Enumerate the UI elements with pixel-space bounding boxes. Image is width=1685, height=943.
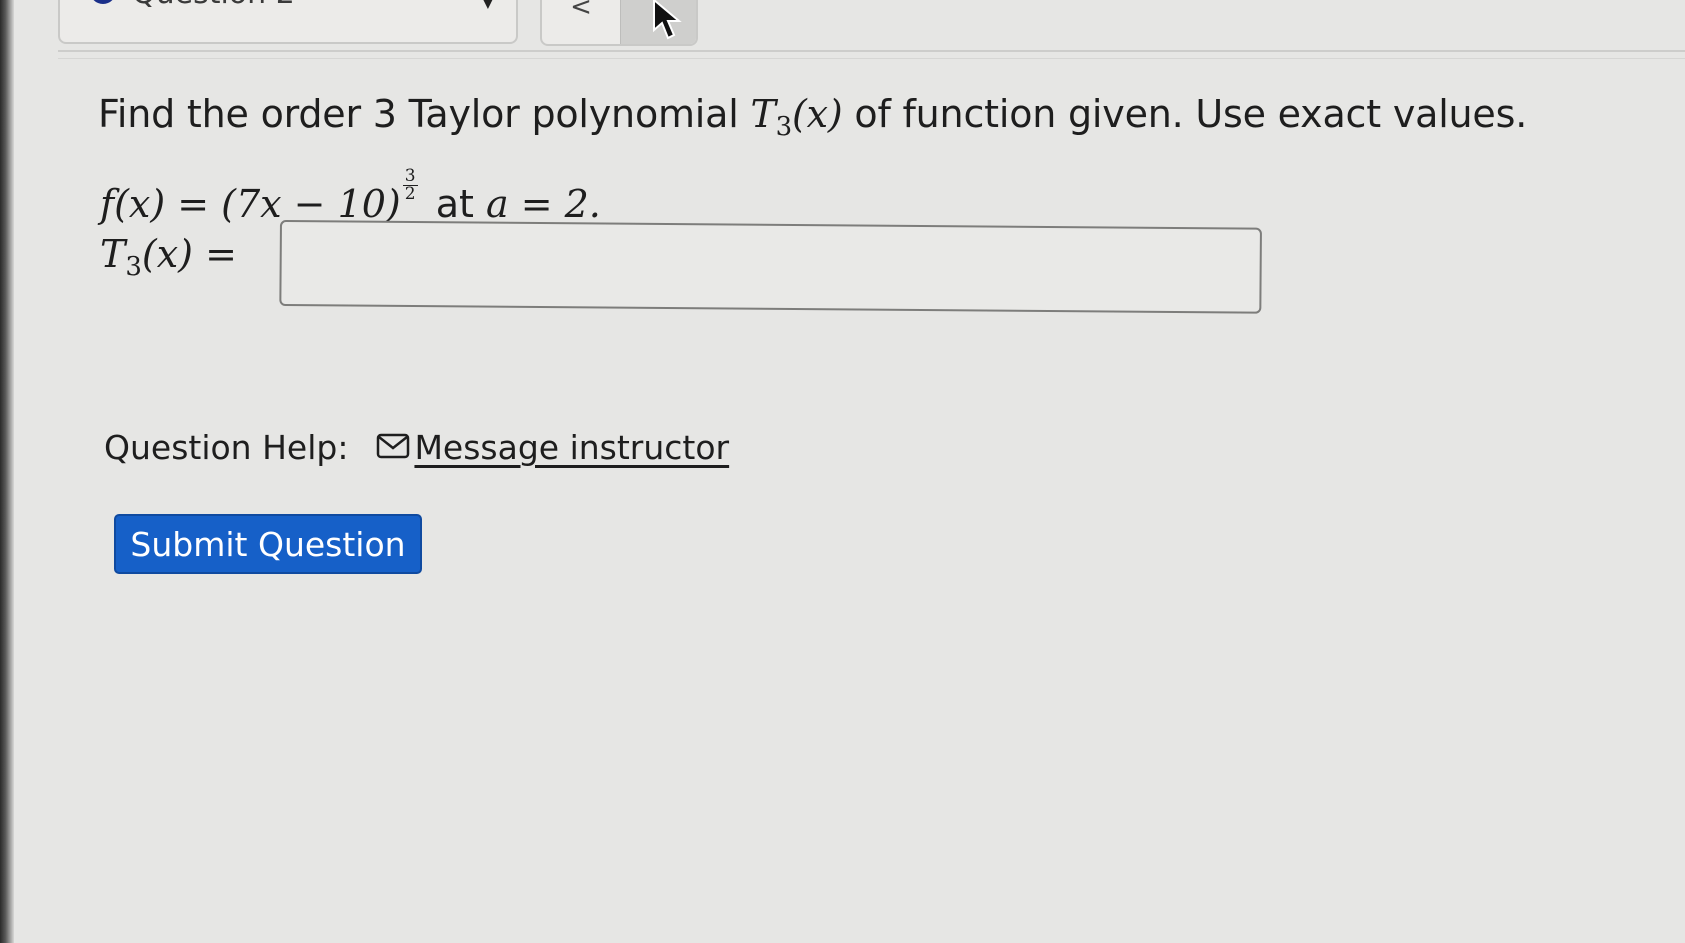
question-selector-label: Question 2 [132,0,295,11]
answer-input[interactable] [279,220,1262,314]
question-nav-bar: Question 2 ▼ < [0,0,1685,62]
submit-question-button[interactable]: Submit Question [114,514,422,574]
prompt-text: Find the order 3 Taylor polynomial [98,92,739,136]
divider [58,58,1685,59]
answer-subscript: 3 [125,252,142,282]
question-help: Question Help: Message instructor [104,428,729,467]
exponent-fraction: 32 [402,168,418,204]
answer-label: T3(x) = [100,232,237,282]
envelope-icon [376,428,410,467]
function-at-text: at [435,182,474,226]
exponent-denominator: 2 [404,184,416,204]
question-selector[interactable]: Question 2 ▼ [58,0,518,44]
question-status-dot [90,0,116,4]
screen-edge [0,0,14,943]
cursor-arrow-icon [653,0,682,40]
divider [58,50,1685,52]
answer-label-rest: (x) = [141,232,237,276]
previous-question-button[interactable]: < [542,0,620,44]
prompt-subscript: 3 [775,112,793,142]
prompt-text-end: of function given. Use exact values. [854,92,1528,136]
answer-symbol: T [100,232,126,276]
prompt-arg: (x) [792,92,843,136]
chevron-left-icon: < [570,0,592,22]
prompt-symbol: T [750,92,776,136]
function-expression: f(x) = (7x − 10) [100,182,401,226]
chevron-down-icon: ▼ [481,0,494,11]
function-definition: f(x) = (7x − 10) 3 2 at a = 2. [100,168,601,227]
message-instructor-link[interactable]: Message instructor [414,428,729,467]
question-help-label: Question Help: [104,428,349,467]
question-prompt: Find the order 3 Taylor polynomial T3(x)… [98,92,1527,142]
function-point: a = 2. [485,182,601,226]
